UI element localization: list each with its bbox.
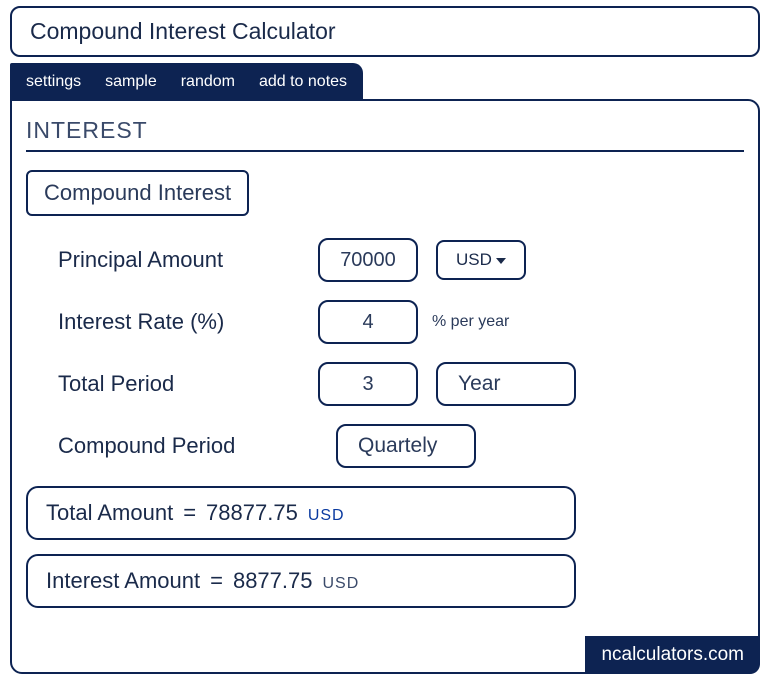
- equals-sign: =: [210, 568, 223, 594]
- rate-suffix: % per year: [432, 313, 509, 331]
- equals-sign: =: [183, 500, 196, 526]
- result-total: Total Amount = 78877.75 USD: [26, 486, 576, 540]
- compound-period-selector[interactable]: Quartely: [336, 424, 476, 468]
- result-total-value: 78877.75: [206, 500, 298, 526]
- row-compound: Compound Period Quartely: [26, 424, 744, 468]
- row-principal: Principal Amount USD: [26, 238, 744, 282]
- tab-add-to-notes[interactable]: add to notes: [259, 73, 347, 91]
- chevron-down-icon: [496, 258, 506, 264]
- label-period: Total Period: [58, 371, 318, 397]
- currency-dropdown[interactable]: USD: [436, 240, 526, 280]
- tab-random[interactable]: random: [181, 73, 235, 91]
- result-interest-value: 8877.75: [233, 568, 313, 594]
- input-principal[interactable]: [318, 238, 418, 282]
- page-title: Compound Interest Calculator: [10, 6, 760, 57]
- result-total-currency: USD: [308, 507, 345, 525]
- input-rate[interactable]: [318, 300, 418, 344]
- result-interest-label: Interest Amount: [46, 568, 200, 594]
- tab-bar: settings sample random add to notes: [10, 63, 363, 101]
- tab-sample[interactable]: sample: [105, 73, 157, 91]
- label-rate: Interest Rate (%): [58, 309, 318, 335]
- label-compound: Compound Period: [58, 433, 318, 459]
- input-period[interactable]: [318, 362, 418, 406]
- tab-settings[interactable]: settings: [26, 73, 81, 91]
- label-principal: Principal Amount: [58, 247, 318, 273]
- result-total-label: Total Amount: [46, 500, 173, 526]
- brand-footer: ncalculators.com: [585, 636, 760, 674]
- mode-selector[interactable]: Compound Interest: [26, 170, 249, 216]
- row-rate: Interest Rate (%) % per year: [26, 300, 744, 344]
- result-interest-currency: USD: [322, 575, 359, 593]
- period-unit-selector[interactable]: Year: [436, 362, 576, 406]
- section-heading: INTEREST: [26, 117, 744, 152]
- result-interest: Interest Amount = 8877.75 USD: [26, 554, 576, 608]
- calculator-panel: INTEREST Compound Interest Principal Amo…: [10, 99, 760, 674]
- row-period: Total Period Year: [26, 362, 744, 406]
- currency-label: USD: [456, 250, 492, 270]
